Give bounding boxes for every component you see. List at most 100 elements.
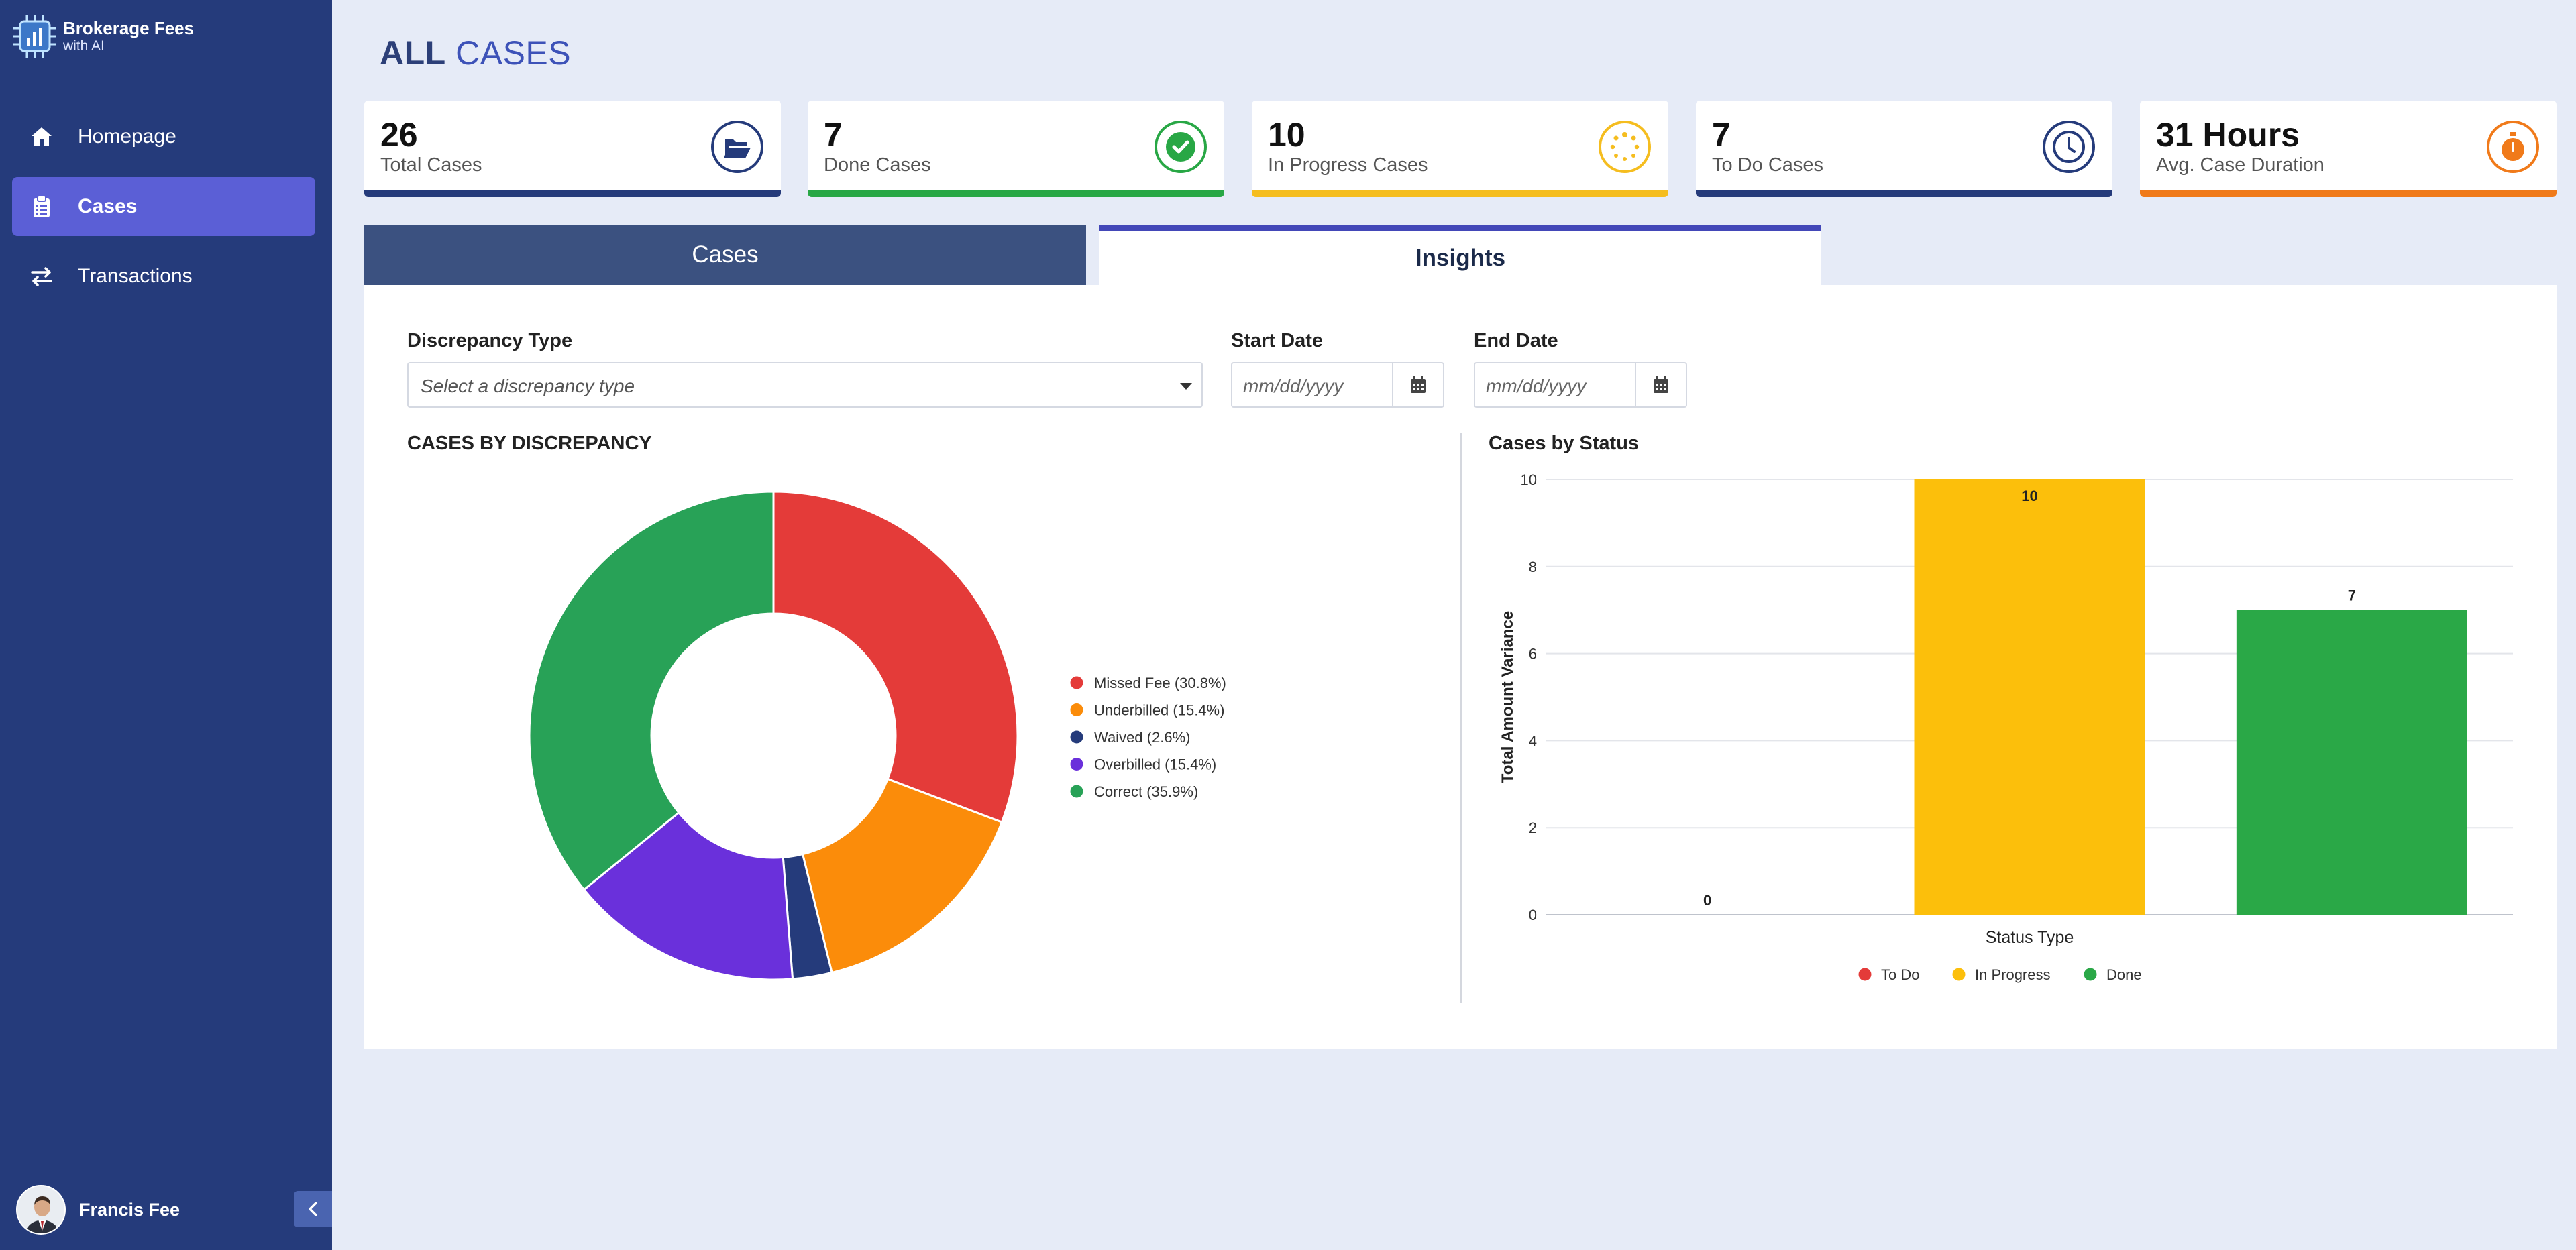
y-tick-label: 6 — [1529, 646, 1537, 663]
sidebar-item-label: Cases — [78, 195, 138, 217]
cases-by-status-chart: 0 2 4 6 8 10 0 10 7 Status Type Total Amount Varia… — [1499, 471, 2513, 983]
y-tick-label: 0 — [1529, 907, 1537, 923]
check-circle-icon — [1155, 121, 1207, 173]
collapse-sidebar-button[interactable] — [294, 1191, 332, 1227]
transfer-arrows-icon — [31, 267, 52, 286]
app-logo[interactable]: Brokerage Fees with AI — [11, 12, 194, 60]
pie-slice[interactable] — [772, 490, 1019, 824]
discrepancy-type-placeholder: Select a discrepancy type — [421, 376, 635, 396]
tab-insights[interactable]: Insights — [1099, 225, 1821, 285]
bar-value-label: 7 — [2348, 587, 2356, 604]
stat-accent-bar — [808, 190, 1224, 197]
logo-chip-icon — [13, 15, 56, 58]
page-title: ALL CASES — [380, 34, 571, 72]
legend-swatch — [1070, 785, 1083, 798]
stat-card-avg-case-duration[interactable]: 31 Hours Avg. Case Duration — [2140, 101, 2557, 197]
app-title: Brokerage Fees — [63, 18, 195, 38]
start-date-input[interactable]: mm/dd/yyyy — [1231, 362, 1444, 408]
legend-swatch — [1070, 703, 1083, 716]
y-tick-label: 8 — [1529, 559, 1537, 575]
bar-chart-title: Cases by Status — [1489, 433, 1640, 454]
legend-label: Waived (2.6%) — [1094, 729, 1190, 746]
user-profile[interactable]: Francis Fee — [16, 1185, 180, 1235]
stat-label: Done Cases — [824, 154, 931, 176]
sidebar-item-cases[interactable]: Cases — [12, 177, 315, 236]
stat-label: To Do Cases — [1712, 154, 1824, 176]
user-avatar-icon — [17, 1186, 64, 1233]
clock-icon — [2043, 121, 2095, 173]
bar-value-label: 10 — [2021, 488, 2037, 504]
sidebar-item-homepage[interactable]: Homepage — [12, 107, 315, 166]
sidebar-item-transactions[interactable]: Transactions — [12, 247, 315, 306]
stat-accent-bar — [364, 190, 781, 197]
app-subtitle: with AI — [63, 38, 105, 54]
bar[interactable] — [2236, 610, 2467, 915]
pie-slice[interactable] — [528, 490, 775, 891]
stat-accent-bar — [2140, 190, 2557, 197]
chart-divider — [1460, 433, 1462, 1003]
clipboard-icon — [34, 195, 50, 217]
stat-accent-bar — [1696, 190, 2112, 197]
stat-value: 26 — [380, 116, 418, 154]
end-date-placeholder: mm/dd/yyyy — [1486, 376, 1587, 396]
spinner-icon — [1599, 121, 1651, 173]
end-date-input[interactable]: mm/dd/yyyy — [1474, 362, 1687, 408]
end-date-calendar-button[interactable] — [1635, 363, 1686, 406]
legend-swatch — [1858, 968, 1872, 981]
legend-label: To Do — [1881, 966, 1919, 983]
stat-value: 7 — [1712, 116, 1731, 154]
donut-chart-title: CASES BY DISCREPANCY — [407, 433, 652, 454]
discrepancy-type-label: Discrepancy Type — [407, 330, 573, 351]
legend-swatch — [2084, 968, 2097, 981]
stat-label: In Progress Cases — [1268, 154, 1428, 176]
tab-cases[interactable]: Cases — [364, 225, 1086, 285]
user-name: Francis Fee — [79, 1199, 180, 1220]
legend-label: Missed Fee (30.8%) — [1094, 675, 1226, 691]
home-icon — [32, 127, 52, 146]
sidebar-item-label: Homepage — [78, 125, 176, 148]
y-axis-label: Total Amount Variance — [1499, 611, 1517, 783]
stopwatch-icon — [2487, 121, 2539, 173]
legend-label: Done — [2106, 966, 2142, 983]
y-tick-label: 4 — [1529, 732, 1537, 749]
y-tick-label: 10 — [1521, 471, 1537, 488]
folder-open-icon — [711, 121, 763, 173]
chevron-left-icon — [308, 1202, 317, 1216]
bar-value-label: 0 — [1703, 892, 1711, 909]
stat-value: 31 Hours — [2156, 116, 2300, 154]
stat-card-done-cases[interactable]: 7 Done Cases — [808, 101, 1224, 197]
calendar-icon — [1654, 376, 1668, 393]
avatar — [16, 1185, 66, 1235]
legend-label: Underbilled (15.4%) — [1094, 702, 1224, 719]
stat-card-to-do-cases[interactable]: 7 To Do Cases — [1696, 101, 2112, 197]
legend-swatch — [1952, 968, 1966, 981]
end-date-label: End Date — [1474, 330, 1558, 351]
legend-label: Overbilled (15.4%) — [1094, 756, 1216, 773]
stat-card-in-progress-cases[interactable]: 10 In Progress Cases — [1252, 101, 1668, 197]
legend-swatch — [1070, 730, 1083, 744]
calendar-icon — [1411, 376, 1426, 393]
stat-value: 7 — [824, 116, 843, 154]
page-title-rest: CASES — [455, 34, 572, 72]
legend-label: Correct (35.9%) — [1094, 783, 1198, 800]
caret-down-icon — [1180, 383, 1192, 390]
start-date-calendar-button[interactable] — [1392, 363, 1443, 406]
cases-by-discrepancy-chart: Missed Fee (30.8%) Underbilled (15.4%) Wai… — [528, 490, 1226, 981]
y-tick-label: 2 — [1529, 819, 1537, 836]
stat-card-total-cases[interactable]: 26 Total Cases — [364, 101, 781, 197]
start-date-placeholder: mm/dd/yyyy — [1243, 376, 1344, 396]
insights-panel: Discrepancy Type Select a discrepancy ty… — [364, 285, 2557, 1049]
stat-label: Total Cases — [380, 154, 482, 176]
legend-swatch — [1070, 676, 1083, 689]
sidebar-nav: Homepage Cases Transactions — [12, 107, 315, 317]
page-title-bold: ALL — [380, 34, 446, 72]
discrepancy-type-select[interactable]: Select a discrepancy type — [407, 362, 1203, 408]
stat-label: Avg. Case Duration — [2156, 154, 2324, 176]
sidebar-item-label: Transactions — [78, 265, 193, 287]
start-date-label: Start Date — [1231, 330, 1323, 351]
stat-accent-bar — [1252, 190, 1668, 197]
legend-swatch — [1070, 758, 1083, 771]
x-axis-label: Status Type — [1986, 928, 2074, 947]
stat-value: 10 — [1268, 116, 1305, 154]
bar[interactable] — [1914, 479, 2145, 915]
